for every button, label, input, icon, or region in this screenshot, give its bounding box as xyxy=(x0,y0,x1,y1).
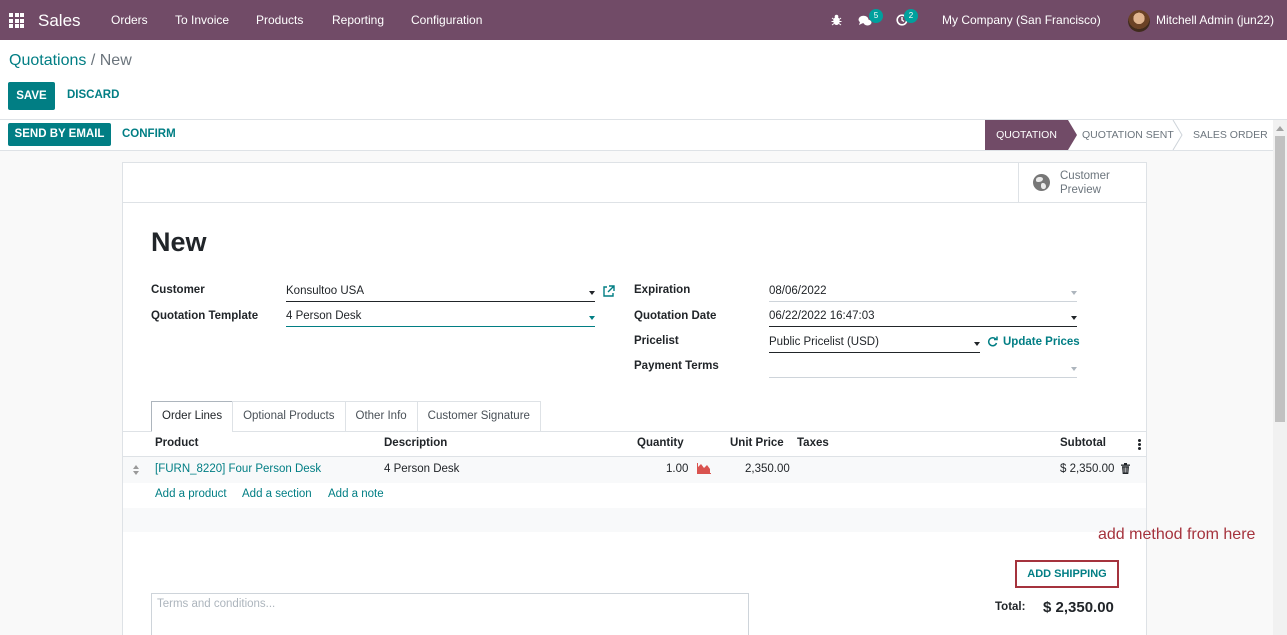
template-label: Quotation Template xyxy=(151,310,259,322)
activities-badge: 2 xyxy=(904,9,918,23)
expiration-field[interactable]: 08/06/2022 xyxy=(769,282,1077,302)
customer-value: Konsultoo USA xyxy=(286,285,364,297)
forecast-chart-icon[interactable] xyxy=(697,463,711,474)
template-dropdown-icon[interactable] xyxy=(589,316,595,320)
external-link-icon[interactable] xyxy=(602,285,615,298)
column-header-product[interactable]: Product xyxy=(155,437,198,449)
add-shipping-button[interactable]: ADD SHIPPING xyxy=(1015,560,1119,588)
payment-terms-field[interactable] xyxy=(769,358,1077,378)
confirm-button[interactable]: CONFIRM xyxy=(122,128,176,140)
row-quantity[interactable]: 1.00 xyxy=(666,463,688,475)
tab-customer-signature[interactable]: Customer Signature xyxy=(416,401,541,432)
pricelist-label: Pricelist xyxy=(634,335,679,347)
record-title: New xyxy=(151,227,207,257)
quotation-date-field[interactable]: 06/22/2022 16:47:03 xyxy=(769,307,1077,327)
add-note-link[interactable]: Add a note xyxy=(328,488,384,500)
status-step-quotation[interactable]: QUOTATION xyxy=(985,120,1068,150)
breadcrumb: Quotations / New xyxy=(9,52,132,70)
messages-badge: 5 xyxy=(869,9,883,23)
empty-row xyxy=(123,508,1146,532)
refresh-icon[interactable] xyxy=(987,336,998,347)
row-subtotal: $ 2,350.00 xyxy=(1060,463,1115,475)
save-button[interactable]: SAVE xyxy=(8,82,55,110)
status-separator-icon xyxy=(1172,120,1183,150)
discard-button[interactable]: DISCARD xyxy=(67,89,119,101)
scrollbar-thumb[interactable] xyxy=(1275,136,1285,422)
button-box: Customer Preview xyxy=(123,163,1146,203)
annotation-text: add method from here xyxy=(1098,526,1256,543)
breadcrumb-current: New xyxy=(99,52,132,69)
tab-optional-products[interactable]: Optional Products xyxy=(232,401,346,432)
page-scrollbar[interactable] xyxy=(1273,120,1287,635)
company-switcher[interactable]: My Company (San Francisco) xyxy=(942,13,1101,27)
globe-icon xyxy=(1033,174,1050,191)
user-avatar[interactable] xyxy=(1128,10,1150,32)
quotation-date-dropdown-icon[interactable] xyxy=(1071,316,1077,320)
top-navbar: Sales Orders To Invoice Products Reporti… xyxy=(0,0,1287,40)
tab-order-lines[interactable]: Order Lines xyxy=(151,401,234,432)
expiration-value: 08/06/2022 xyxy=(769,285,827,297)
statusbar: SEND BY EMAIL CONFIRM QUOTATION QUOTATIO… xyxy=(0,120,1273,151)
quotation-date-label: Quotation Date xyxy=(634,310,717,322)
form-sheet: Customer Preview New Customer Konsultoo … xyxy=(122,162,1147,635)
expiration-dropdown-icon[interactable] xyxy=(1071,291,1077,295)
user-menu[interactable]: Mitchell Admin (jun22) xyxy=(1156,13,1274,27)
app-brand[interactable]: Sales xyxy=(38,11,81,31)
control-panel: Quotations / New SAVE DISCARD xyxy=(0,40,1287,120)
customer-label: Customer xyxy=(151,284,205,296)
status-step-sales-order[interactable]: SALES ORDER xyxy=(1193,120,1268,150)
drag-handle-icon[interactable] xyxy=(133,465,140,475)
menu-configuration[interactable]: Configuration xyxy=(411,13,482,27)
column-options-icon[interactable] xyxy=(1138,439,1141,450)
total-value: $ 2,350.00 xyxy=(1043,599,1114,616)
template-value: 4 Person Desk xyxy=(286,310,362,322)
payment-terms-dropdown-icon[interactable] xyxy=(1071,367,1077,371)
column-header-unit-price[interactable]: Unit Price xyxy=(730,437,784,449)
status-arrow xyxy=(1068,120,1077,150)
menu-products[interactable]: Products xyxy=(256,13,303,27)
payment-terms-label: Payment Terms xyxy=(634,360,719,372)
menu-orders[interactable]: Orders xyxy=(111,13,148,27)
breadcrumb-separator: / xyxy=(90,52,96,69)
customer-preview-button[interactable]: Customer Preview xyxy=(1018,163,1146,202)
column-header-taxes[interactable]: Taxes xyxy=(797,437,829,449)
pricelist-field[interactable]: Public Pricelist (USD) xyxy=(769,333,980,353)
scroll-up-arrow-icon[interactable] xyxy=(1276,126,1284,131)
status-step-quotation-sent[interactable]: QUOTATION SENT xyxy=(1082,120,1174,150)
app-grid-icon[interactable] xyxy=(9,13,24,28)
customer-field[interactable]: Konsultoo USA xyxy=(286,282,595,302)
quotation-date-value: 06/22/2022 16:47:03 xyxy=(769,310,875,322)
column-header-description[interactable]: Description xyxy=(384,437,447,449)
bug-icon[interactable] xyxy=(831,14,842,26)
column-header-quantity[interactable]: Quantity xyxy=(637,437,684,449)
customer-preview-line1: Customer xyxy=(1060,170,1110,182)
tab-other-info[interactable]: Other Info xyxy=(344,401,418,432)
add-product-link[interactable]: Add a product xyxy=(155,488,227,500)
update-prices-button[interactable]: Update Prices xyxy=(1003,336,1080,348)
quotation-template-field[interactable]: 4 Person Desk xyxy=(286,307,595,327)
menu-to-invoice[interactable]: To Invoice xyxy=(175,13,229,27)
row-unit-price[interactable]: 2,350.00 xyxy=(745,463,790,475)
pricelist-value: Public Pricelist (USD) xyxy=(769,336,879,348)
expiration-label: Expiration xyxy=(634,284,691,296)
menu-reporting[interactable]: Reporting xyxy=(332,13,384,27)
terms-and-conditions-input[interactable]: Terms and conditions... xyxy=(151,593,749,635)
send-by-email-button[interactable]: SEND BY EMAIL xyxy=(8,123,111,146)
breadcrumb-quotations[interactable]: Quotations xyxy=(9,52,86,69)
row-product[interactable]: [FURN_8220] Four Person Desk xyxy=(155,463,321,475)
add-section-link[interactable]: Add a section xyxy=(242,488,312,500)
notebook-tabs: Order Lines Optional Products Other Info… xyxy=(151,401,541,432)
column-header-subtotal[interactable]: Subtotal xyxy=(1060,437,1106,449)
trash-icon[interactable] xyxy=(1121,463,1130,474)
customer-preview-line2: Preview xyxy=(1060,184,1101,196)
pricelist-dropdown-icon[interactable] xyxy=(974,342,980,346)
total-label: Total: xyxy=(995,601,1026,613)
customer-dropdown-icon[interactable] xyxy=(589,291,595,295)
row-description[interactable]: 4 Person Desk xyxy=(384,463,459,475)
